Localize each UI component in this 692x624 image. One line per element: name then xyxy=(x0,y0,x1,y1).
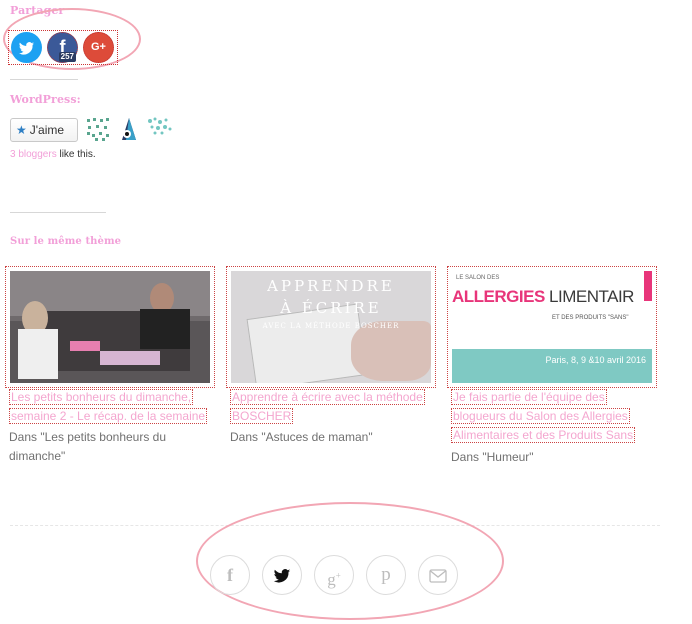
footer-mail-link[interactable] xyxy=(418,555,458,595)
bloggers-link[interactable]: 3 bloggers xyxy=(10,149,57,160)
related-post-title-link[interactable]: Apprendre à écrire avec la méthode BOSCH… xyxy=(230,388,430,426)
image-caption: À ÉCRIRE xyxy=(280,299,382,317)
blogger-avatar[interactable] xyxy=(116,116,140,142)
twitter-icon xyxy=(273,569,291,583)
google-plus-icon: g+ xyxy=(327,569,341,589)
footer-facebook-link[interactable]: f xyxy=(210,555,250,595)
image-caption: APPRENDRE xyxy=(267,277,395,295)
related-title: Sur le même thème xyxy=(10,236,122,247)
wordpress-title: WordPress: xyxy=(10,93,81,106)
related-post-image-link[interactable]: LE SALON DES ALLERGIES LIMENTAIR ET DES … xyxy=(447,266,657,388)
related-post-title-link[interactable]: Les petits bonheurs du dimanche, semaine… xyxy=(9,388,209,426)
like-button-label: J'aime xyxy=(29,123,65,137)
avatar-flowers-icon xyxy=(148,117,172,135)
image-caption: AVEC LA MÉTHODE BOSCHER xyxy=(262,322,400,330)
twitter-share-button[interactable] xyxy=(11,32,42,63)
related-post-category: Dans "Astuces de maman" xyxy=(230,430,373,444)
like-button[interactable]: ★ J'aime xyxy=(10,118,78,142)
related-post-category: Dans "Les petits bonheurs du dimanche" xyxy=(9,430,167,463)
related-post-photo: APPRENDRE À ÉCRIRE AVEC LA MÉTHODE BOSCH… xyxy=(231,271,431,383)
blogger-avatar[interactable] xyxy=(86,117,110,141)
image-caption: ET DES PRODUITS "SANS" xyxy=(552,315,629,321)
mail-icon xyxy=(429,569,447,583)
related-post-image-link[interactable] xyxy=(5,266,215,388)
image-caption: ALLERGIES xyxy=(452,287,545,306)
footer-pinterest-link[interactable]: p xyxy=(366,555,406,595)
related-post-title-link[interactable]: Je fais partie de l'équipe des blogueurs… xyxy=(451,388,651,445)
share-buttons: f 257 G+ xyxy=(8,30,118,65)
bloggers-like-text: 3 bloggers like this. xyxy=(10,149,96,160)
blogger-avatar[interactable] xyxy=(146,116,172,138)
google-plus-icon: G+ xyxy=(91,41,106,53)
avatar-pattern-icon xyxy=(87,118,109,141)
avatar-bird-icon xyxy=(122,118,136,140)
facebook-share-button[interactable]: f 257 xyxy=(47,32,78,63)
related-post-photo xyxy=(10,271,210,383)
footer-twitter-link[interactable] xyxy=(262,555,302,595)
divider xyxy=(10,79,78,80)
facebook-icon: f xyxy=(227,565,233,585)
image-caption: Paris, 8, 9 &10 avril 2016 xyxy=(545,355,646,365)
related-post-category: Dans "Humeur" xyxy=(451,450,534,464)
bloggers-like-rest: like this. xyxy=(56,149,96,160)
image-caption: LIMENTAIR xyxy=(549,287,634,306)
star-icon: ★ xyxy=(16,123,27,137)
google-plus-share-button[interactable]: G+ xyxy=(83,32,114,63)
footer-google-plus-link[interactable]: g+ xyxy=(314,555,354,595)
divider xyxy=(10,212,106,213)
related-post-photo: LE SALON DES ALLERGIES LIMENTAIR ET DES … xyxy=(452,271,652,383)
image-caption: LE SALON DES xyxy=(456,275,500,281)
pinterest-icon: p xyxy=(381,564,391,585)
related-post-image-link[interactable]: APPRENDRE À ÉCRIRE AVEC LA MÉTHODE BOSCH… xyxy=(226,266,436,388)
twitter-icon xyxy=(19,42,34,55)
facebook-share-count: 257 xyxy=(58,52,76,62)
